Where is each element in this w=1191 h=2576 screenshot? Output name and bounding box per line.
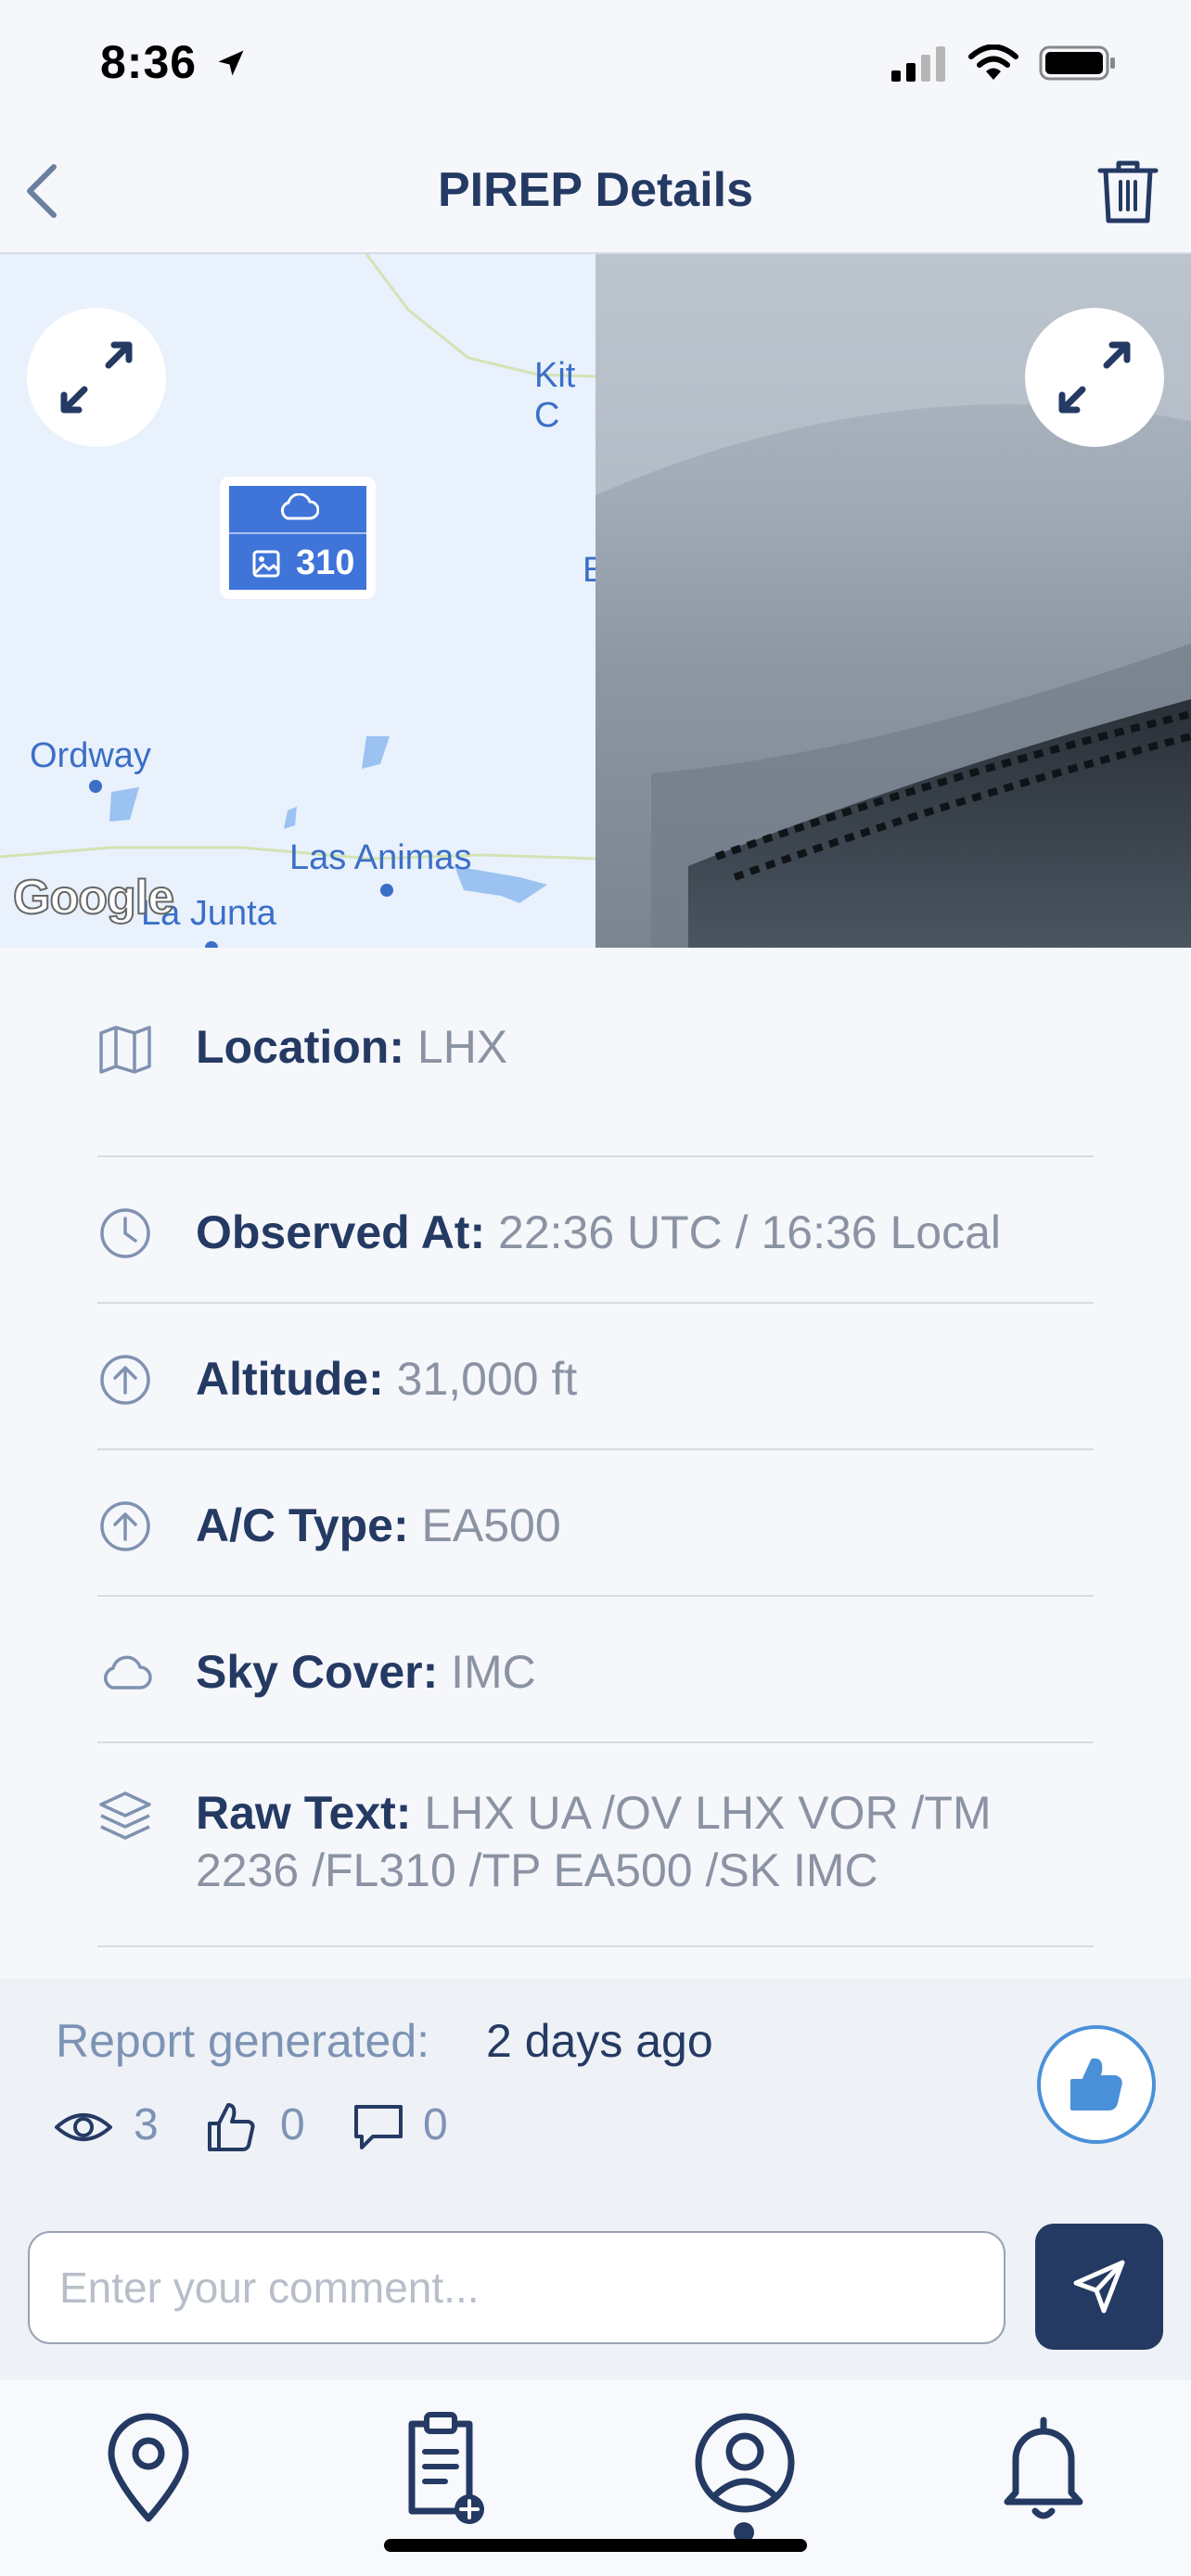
send-comment-button[interactable]	[1035, 2224, 1163, 2350]
report-generated-label: Report generated:	[56, 2015, 430, 2067]
detail-label: Sky Cover:	[196, 1646, 439, 1698]
detail-text: Altitude: 31,000 ft	[196, 1350, 577, 1408]
map-icon	[99, 1026, 151, 1074]
views-stat: 3	[54, 2099, 184, 2155]
trash-icon	[1097, 160, 1159, 223]
status-time: 8:36	[100, 35, 248, 89]
pirep-marker[interactable]: 310	[220, 477, 376, 599]
detail-value: EA500	[421, 1499, 561, 1551]
signal-icon	[891, 46, 946, 82]
detail-text: A/C Type: EA500	[196, 1497, 561, 1554]
detail-text: Location: LHX	[196, 1018, 507, 1076]
views-count: 3	[134, 2100, 159, 2149]
cloud-icon	[104, 1655, 152, 1690]
detail-row-ac-type: A/C Type: EA500	[97, 1448, 1094, 1597]
home-indicator	[384, 2539, 807, 2552]
page-title: PIREP Details	[437, 163, 754, 217]
status-bar: 8:36	[0, 0, 1191, 130]
map-expand-button[interactable]	[27, 308, 166, 447]
detail-label: Raw Text:	[196, 1787, 412, 1839]
map-label-kit: Kit C	[534, 356, 576, 435]
detail-text: Raw Text: LHX UA /OV LHX VOR /TM 2236 /F…	[196, 1784, 1105, 1899]
like-button[interactable]	[1037, 2025, 1156, 2144]
report-footer: Report generated: 2 days ago 3 0 0	[0, 1979, 1191, 2379]
detail-text: Sky Cover: IMC	[196, 1643, 536, 1701]
comment-icon	[354, 2105, 403, 2149]
map-pin-icon	[108, 2413, 189, 2522]
likes-count: 0	[280, 2100, 305, 2149]
arrow-up-circle-icon	[100, 1501, 150, 1551]
delete-button[interactable]	[1093, 156, 1163, 226]
location-arrow-icon	[218, 50, 244, 76]
comments-stat[interactable]: 0	[352, 2099, 482, 2155]
detail-label: Observed At:	[196, 1206, 486, 1258]
layers-icon	[99, 1792, 151, 1840]
eye-icon	[55, 2113, 112, 2141]
pirep-details-list: Location: LHX Observed At: 22:36 UTC / 1…	[0, 948, 1191, 1979]
expand-icon	[1058, 341, 1131, 414]
wifi-icon	[967, 44, 1018, 80]
detail-label: Location:	[196, 1021, 404, 1073]
detail-value: 2236 /FL310 /TP EA500 /SK IMC	[196, 1844, 878, 1896]
detail-label: A/C Type:	[196, 1499, 409, 1551]
tab-profile[interactable]	[685, 2407, 805, 2528]
arrow-up-circle-icon	[100, 1355, 150, 1405]
detail-row-sky-cover: Sky Cover: IMC	[97, 1595, 1094, 1743]
google-logo: Google	[12, 870, 175, 925]
comment-input[interactable]	[28, 2231, 1005, 2344]
detail-row-location: Location: LHX	[97, 1013, 1094, 1157]
detail-row-altitude: Altitude: 31,000 ft	[97, 1302, 1094, 1450]
detail-value: LHX	[416, 1021, 508, 1073]
map-view[interactable]: Kit C E Ordway Las Animas La Junta 310 G…	[0, 254, 596, 948]
map-label-edge: E	[583, 551, 596, 590]
image-icon	[252, 550, 280, 578]
tab-new-report[interactable]	[380, 2407, 501, 2528]
media-panel: Kit C E Ordway Las Animas La Junta 310 G…	[0, 254, 1191, 948]
detail-value: IMC	[451, 1646, 536, 1698]
nav-bar: PIREP Details	[0, 130, 1191, 254]
detail-label: Altitude:	[196, 1353, 384, 1405]
user-profile-icon	[695, 2413, 795, 2513]
detail-text: Observed At: 22:36 UTC / 16:36 Local	[196, 1204, 1001, 1261]
map-label-las-animas: Las Animas	[289, 838, 472, 877]
detail-value: 31,000 ft	[396, 1353, 578, 1405]
thumbs-up-icon	[1070, 2058, 1122, 2111]
pirep-marker-altitude: 310	[296, 543, 355, 582]
likes-stat[interactable]: 0	[206, 2099, 336, 2155]
tab-map[interactable]	[88, 2407, 209, 2528]
status-icons	[891, 44, 1117, 89]
detail-value: 22:36 UTC / 16:36 Local	[498, 1206, 1002, 1258]
cloud-icon	[280, 493, 319, 520]
comments-count: 0	[423, 2100, 448, 2149]
report-generated-value: 2 days ago	[486, 2015, 713, 2067]
expand-icon	[60, 341, 133, 414]
bell-icon	[1004, 2417, 1083, 2519]
detail-value: LHX UA /OV LHX VOR /TM	[424, 1787, 992, 1839]
photo-expand-button[interactable]	[1025, 308, 1164, 447]
tab-notifications[interactable]	[983, 2407, 1104, 2528]
map-label-ordway: Ordway	[30, 736, 151, 775]
detail-row-observed-at: Observed At: 22:36 UTC / 16:36 Local	[97, 1155, 1094, 1304]
thumbs-up-icon	[208, 2103, 255, 2151]
clock-icon	[100, 1208, 150, 1258]
clipboard-add-icon	[408, 2412, 484, 2524]
battery-icon	[1039, 45, 1115, 81]
send-icon	[1073, 2260, 1125, 2314]
detail-row-raw-text: Raw Text: LHX UA /OV LHX VOR /TM 2236 /F…	[97, 1741, 1094, 1947]
pirep-photo[interactable]	[596, 254, 1191, 948]
